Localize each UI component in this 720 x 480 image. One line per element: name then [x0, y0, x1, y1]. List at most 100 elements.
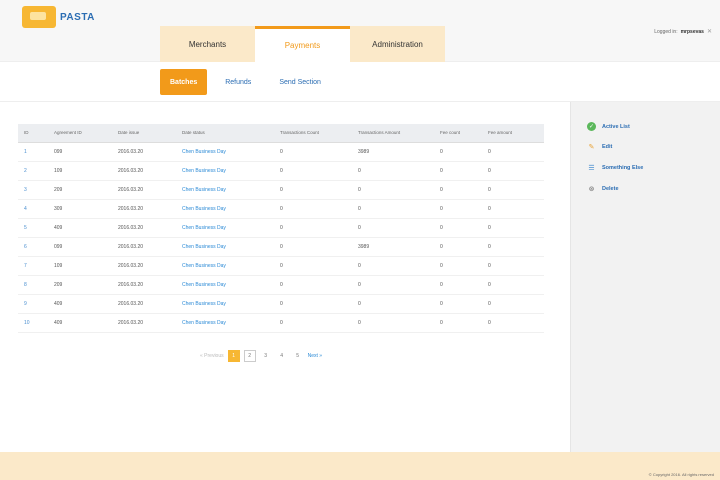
table-cell: 0 [434, 218, 482, 238]
action-active-list[interactable]: ✓ Active List [587, 122, 630, 131]
subtab-send-section[interactable]: Send Section [269, 69, 331, 95]
page-link-3[interactable]: 3 [260, 350, 272, 362]
page-link-1[interactable]: 1 [227, 350, 240, 362]
action-delete[interactable]: ⊗ Delete [587, 184, 619, 193]
table-cell: 0 [482, 313, 544, 333]
username[interactable]: mrpsevas [681, 29, 704, 35]
column-header[interactable]: ID [18, 124, 48, 143]
table-cell: 0 [482, 237, 544, 257]
table-cell: 0 [352, 161, 434, 181]
tab-payments[interactable]: Payments [255, 26, 350, 62]
table-cell: 0 [274, 180, 352, 200]
table-cell: 0 [274, 256, 352, 276]
table-cell[interactable]: 1 [18, 142, 48, 162]
table-cell[interactable]: Chen Business Day [176, 218, 274, 238]
envelope-icon [22, 6, 56, 28]
batches-table: ID Agreement ID Date issue Date status T… [18, 124, 544, 333]
table-cell[interactable]: Chen Business Day [176, 275, 274, 295]
column-header[interactable]: Transactions Count [274, 124, 352, 143]
table-cell[interactable]: 10 [18, 313, 48, 333]
table-row[interactable]: 1 099 2016.03.20 Chen Business Day 0 3989 0 0 [18, 142, 544, 162]
table-cell[interactable]: Chen Business Day [176, 199, 274, 219]
table-cell: 0 [434, 256, 482, 276]
action-something-else[interactable]: ☰ Something Else [587, 163, 643, 172]
table-cell[interactable]: 4 [18, 199, 48, 219]
table-cell: 0 [352, 313, 434, 333]
column-header[interactable]: Transactions Amount [352, 124, 434, 143]
action-label: Edit [602, 143, 613, 150]
table-row[interactable]: 6 099 2016.03.20 Chen Business Day 0 3989 0 0 [18, 237, 544, 257]
table-cell[interactable]: 3 [18, 180, 48, 200]
table-cell: 0 [352, 275, 434, 295]
subtab-batches[interactable]: Batches [160, 69, 208, 95]
table-cell[interactable]: Chen Business Day [176, 180, 274, 200]
table-cell: 2016.03.20 [112, 256, 176, 276]
table-cell: 409 [48, 313, 112, 333]
table-cell[interactable]: 5 [18, 218, 48, 238]
next-page-link[interactable]: Next » [308, 353, 322, 359]
footer: © Copyright 2016. All rights reserved [0, 452, 720, 480]
page-link-4[interactable]: 4 [276, 350, 288, 362]
table-row[interactable]: 5 409 2016.03.20 Chen Business Day 0 0 0 0 [18, 218, 544, 238]
table-row[interactable]: 9 409 2016.03.20 Chen Business Day 0 0 0 0 [18, 294, 544, 314]
table-row[interactable]: 4 309 2016.03.20 Chen Business Day 0 0 0 0 [18, 199, 544, 219]
table-cell[interactable]: Chen Business Day [176, 256, 274, 276]
table-row[interactable]: 10 409 2016.03.20 Chen Business Day 0 0 0 0 [18, 313, 544, 333]
subtab-refunds[interactable]: Refunds [215, 69, 261, 95]
main-tabs: Merchants Payments Administration [160, 26, 445, 62]
table-cell: 0 [482, 256, 544, 276]
table-cell: 309 [48, 199, 112, 219]
table-cell: 0 [482, 275, 544, 295]
logout-icon[interactable]: ✕ [707, 28, 712, 35]
page-link-2[interactable]: 2 [243, 350, 256, 362]
table-cell: 0 [274, 161, 352, 181]
table-cell: 2016.03.20 [112, 142, 176, 162]
table-cell[interactable]: 2 [18, 161, 48, 181]
table-cell[interactable]: 9 [18, 294, 48, 314]
previous-page-link[interactable]: « Previous [200, 353, 224, 359]
table-cell[interactable]: Chen Business Day [176, 237, 274, 257]
column-header[interactable]: Date issue [112, 124, 176, 143]
table-cell: 2016.03.20 [112, 275, 176, 295]
table-cell[interactable]: Chen Business Day [176, 313, 274, 333]
action-label: Active List [602, 123, 630, 130]
main-content: ID Agreement ID Date issue Date status T… [0, 102, 570, 452]
table-row[interactable]: 7 109 2016.03.20 Chen Business Day 0 0 0 0 [18, 256, 544, 276]
logo-text: PASTA [60, 11, 95, 23]
pagination: « Previous 1 2 3 4 5 Next » [200, 350, 322, 362]
logo[interactable]: PASTA [22, 6, 95, 28]
tab-merchants[interactable]: Merchants [160, 26, 255, 62]
page-link-5[interactable]: 5 [292, 350, 304, 362]
table-cell: 209 [48, 275, 112, 295]
table-cell: 2016.03.20 [112, 180, 176, 200]
table-cell[interactable]: Chen Business Day [176, 142, 274, 162]
table-cell: 0 [274, 199, 352, 219]
table-cell: 0 [434, 199, 482, 219]
table-row[interactable]: 8 209 2016.03.20 Chen Business Day 0 0 0 0 [18, 275, 544, 295]
table-cell[interactable]: 6 [18, 237, 48, 257]
table-cell[interactable]: 7 [18, 256, 48, 276]
table-cell[interactable]: Chen Business Day [176, 161, 274, 181]
column-header[interactable]: Fee count [434, 124, 482, 143]
table-row[interactable]: 3 209 2016.03.20 Chen Business Day 0 0 0 0 [18, 180, 544, 200]
column-header[interactable]: Agreement ID [48, 124, 112, 143]
table-cell: 109 [48, 256, 112, 276]
table-cell[interactable]: 8 [18, 275, 48, 295]
table-cell: 0 [434, 161, 482, 181]
table-row[interactable]: 2 109 2016.03.20 Chen Business Day 0 0 0 0 [18, 161, 544, 181]
table-cell: 409 [48, 218, 112, 238]
delete-icon: ⊗ [588, 185, 595, 193]
table-cell: 0 [482, 161, 544, 181]
table-cell: 0 [434, 237, 482, 257]
table-cell: 0 [482, 218, 544, 238]
table-header-row: ID Agreement ID Date issue Date status T… [18, 124, 544, 143]
user-bar: Logged in: mrpsevas ✕ [654, 28, 712, 36]
table-cell: 0 [434, 313, 482, 333]
column-header[interactable]: Fee amount [482, 124, 544, 143]
table-cell[interactable]: Chen Business Day [176, 294, 274, 314]
table-cell: 0 [482, 294, 544, 314]
table-cell: 2016.03.20 [112, 161, 176, 181]
action-edit[interactable]: ✎ Edit [587, 142, 613, 151]
column-header[interactable]: Date status [176, 124, 274, 143]
tab-administration[interactable]: Administration [350, 26, 445, 62]
